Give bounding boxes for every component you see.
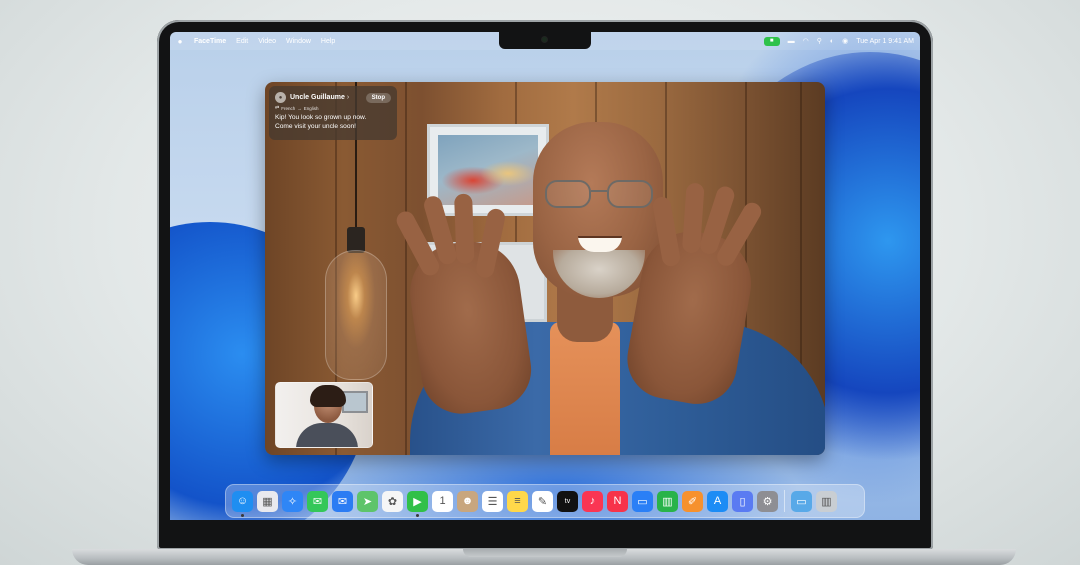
pendant-lamp [325,250,387,380]
maps-icon[interactable]: ➤ [357,490,378,512]
dock: ☺ ▦ ✧ ✉ ✉ ➤ ✿ ▶ 1 ☻ ☰ ≡ ✎ tv ♪ N ▭ ▥ ✐ A ▯ ⚙ ▭ ▥ [225,484,865,518]
background-frame [342,391,368,413]
wall-painting [427,124,549,216]
wifi-icon[interactable]: ◠ [803,37,809,45]
contacts-icon[interactable]: ☻ [457,490,478,512]
mail-icon[interactable]: ✉ [332,490,353,512]
menu-bar-clock[interactable]: Tue Apr 1 9:41 AM [856,38,914,45]
self-body [296,423,358,447]
tv-icon[interactable]: tv [557,490,578,512]
camera-in-use-icon[interactable]: ■ [763,36,780,46]
language-arrow: → [297,105,302,111]
app-store-icon[interactable]: A [707,490,728,512]
menu-window[interactable]: Window [286,38,311,45]
facetime-icon[interactable]: ▶ [407,490,428,517]
freeform-icon[interactable]: ✎ [532,490,553,512]
messages-icon[interactable]: ✉ [307,490,328,512]
control-center-icon[interactable]: ◐ [830,38,834,45]
translate-icon: ⇄ [275,105,280,111]
iphone-mirroring-icon[interactable]: ▯ [732,490,753,512]
pages-icon[interactable]: ✐ [682,490,703,512]
self-hair [310,385,346,407]
language-from: French [281,105,296,111]
finder-icon[interactable]: ☺ [232,490,253,517]
keynote-icon[interactable]: ▭ [632,490,653,512]
calendar-icon[interactable]: 1 [432,490,453,512]
camera-notch [499,32,591,49]
menu-app-name[interactable]: FaceTime [194,38,226,45]
caption-line: Kip! You look so grown up now. [275,114,367,121]
safari-icon[interactable]: ✧ [282,490,303,512]
wall-plank [405,82,407,455]
menu-help[interactable]: Help [321,38,335,45]
notes-icon[interactable]: ≡ [507,490,528,512]
battery-icon[interactable]: ▬ [788,38,795,45]
folder-icon[interactable]: ▭ [791,490,812,512]
running-indicator [241,513,244,517]
siri-icon[interactable]: ◉ [842,37,848,45]
menu-bar-status: ■ ▬ ◠ ⚲ ◐ ◉ Tue Apr 1 9:41 AM [763,36,914,46]
stop-translation-button[interactable]: Stop [365,92,391,103]
launchpad-icon[interactable]: ▦ [257,490,278,512]
photos-icon[interactable]: ✿ [382,490,403,512]
menu-video[interactable]: Video [258,38,276,45]
laptop-opening-notch [463,549,627,557]
menu-edit[interactable]: Edit [236,38,248,45]
reminders-icon[interactable]: ☰ [482,490,503,512]
live-translation-card: ● Uncle Guillaume › Stop ⇄ French → Engl… [269,86,397,140]
facetime-video-window[interactable]: ● Uncle Guillaume › Stop ⇄ French → Engl… [265,82,825,455]
caption-line: Come visit your uncle soon! [275,123,356,130]
running-indicator [416,513,419,517]
search-icon[interactable]: ⚲ [817,37,822,45]
camera-icon [542,37,547,42]
dock-separator [784,490,785,512]
screen: ● FaceTime Edit Video Window Help ■ ▬ ◠ … [170,32,920,520]
caller-glasses [545,180,657,210]
language-to: English [303,105,319,111]
self-view-pip[interactable] [275,382,373,448]
translation-languages: ⇄ French → English [275,105,391,111]
news-icon[interactable]: N [607,490,628,512]
chevron-right-icon[interactable]: › [347,94,349,101]
caller-name[interactable]: Uncle Guillaume [290,94,345,101]
apple-menu-icon[interactable]: ● [176,37,184,46]
caller-avatar-icon: ● [275,92,286,103]
numbers-icon[interactable]: ▥ [657,490,678,512]
settings-icon[interactable]: ⚙ [757,490,778,512]
trash-icon[interactable]: ▥ [816,490,837,512]
music-icon[interactable]: ♪ [582,490,603,512]
